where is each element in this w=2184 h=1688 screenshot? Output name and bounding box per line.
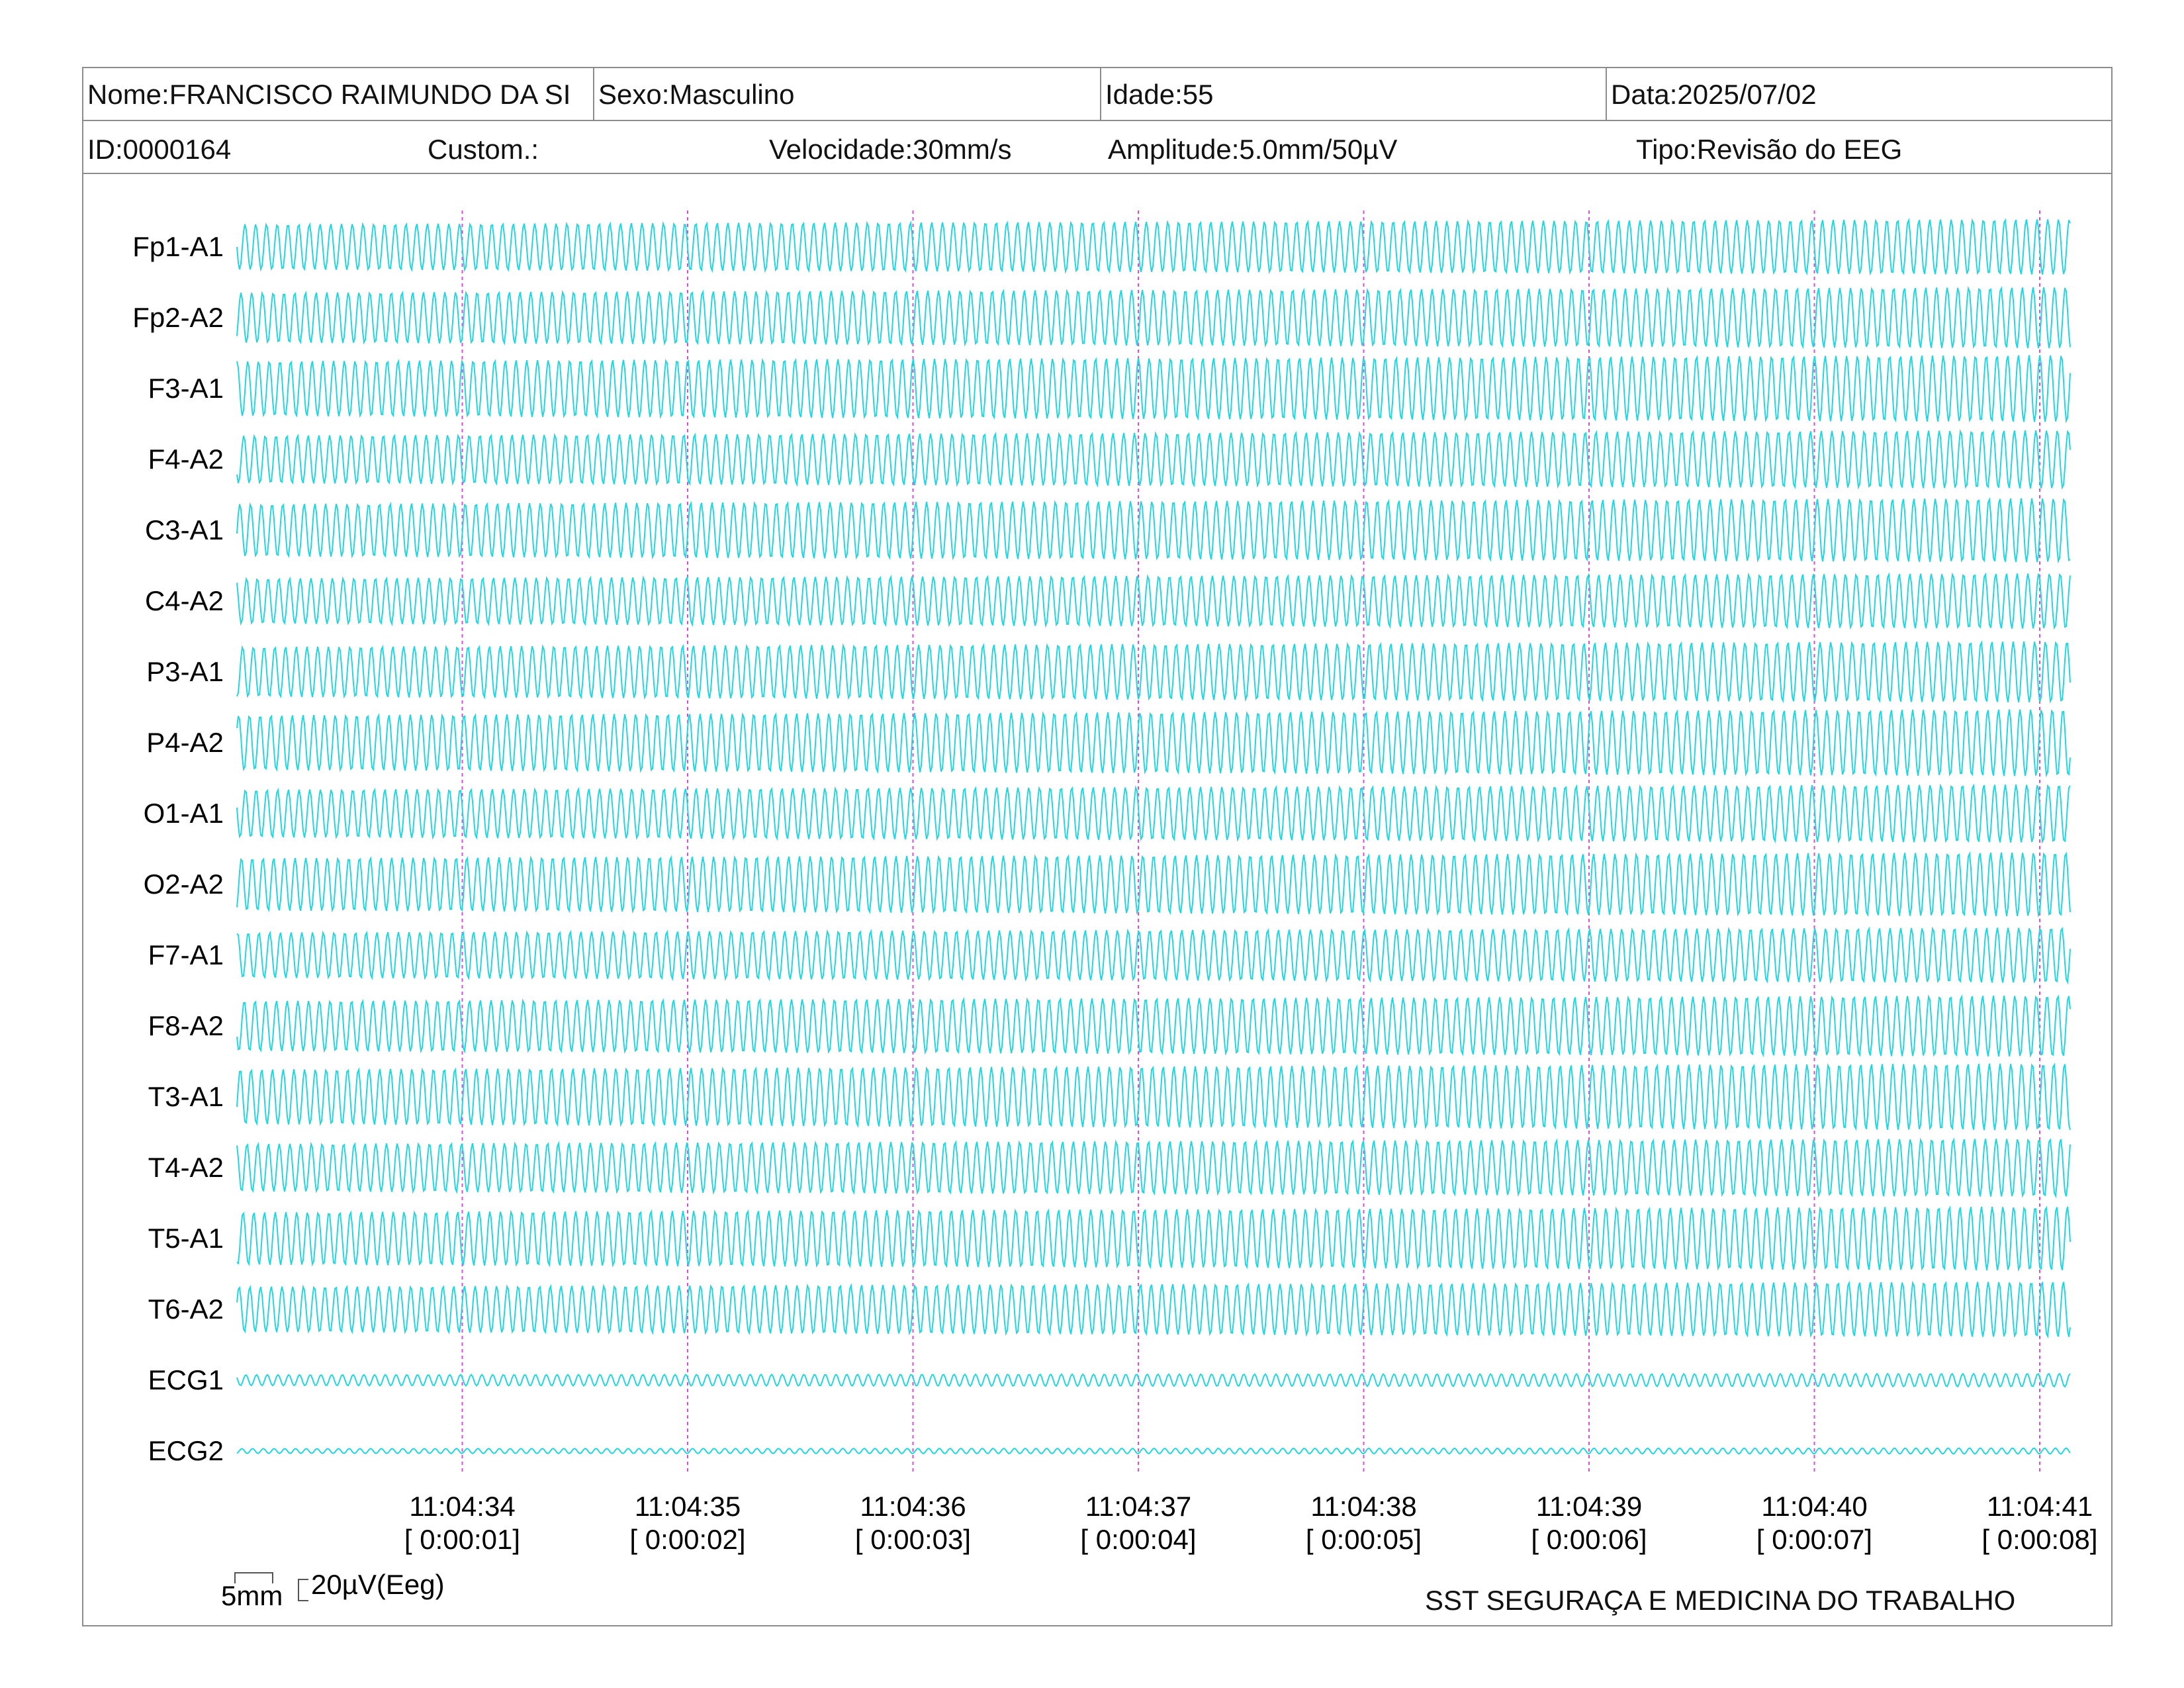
channel-label: F3-A1	[148, 373, 224, 404]
time-tick-label: 11:04:41	[1987, 1491, 2093, 1522]
elapsed-tick-label: [ 0:00:05]	[1306, 1524, 1422, 1555]
channel-label: Fp2-A2	[132, 302, 224, 333]
trace-ecg1	[236, 1372, 2071, 1388]
elapsed-tick-label: [ 0:00:04]	[1080, 1524, 1196, 1555]
trace-t6-a2	[236, 1280, 2071, 1339]
time-tick-label: 11:04:37	[1085, 1491, 1191, 1522]
time-label-group: 11:04:34[ 0:00:01] 11:04:35[ 0:00:02] 11:0…	[404, 1491, 2098, 1555]
time-tick-label: 11:04:35	[635, 1491, 741, 1522]
channel-label: T3-A1	[148, 1081, 224, 1112]
channel-label: C4-A2	[145, 585, 224, 616]
time-tick-label: 11:04:34	[409, 1491, 515, 1522]
elapsed-tick-label: [ 0:00:06]	[1531, 1524, 1647, 1555]
eeg-chart: Fp1-A1 Fp2-A2 F3-A1 F4-A2 C3-A1 C4-A2 P3-A1 P4-…	[132, 211, 2098, 1611]
trace-fp2-a2	[236, 285, 2071, 350]
time-tick-label: 11:04:36	[860, 1491, 966, 1522]
trace-p3-a1	[236, 640, 2071, 704]
time-marker-group	[461, 211, 2040, 1473]
trace-o1-a1	[236, 783, 2071, 844]
trace-fp1-a1	[236, 218, 2071, 276]
trace-t4-a2	[236, 1137, 2071, 1199]
channel-label: ECG2	[148, 1435, 224, 1466]
channel-label: O2-A2	[144, 868, 224, 900]
channel-label: F8-A2	[148, 1010, 224, 1041]
scale-bar: 5mm 20µV(Eeg)	[221, 1569, 445, 1611]
elapsed-tick-label: [ 0:00:01]	[404, 1524, 520, 1555]
trace-c4-a2	[236, 572, 2071, 630]
elapsed-tick-label: [ 0:00:07]	[1756, 1524, 1872, 1555]
channel-label: P3-A1	[146, 656, 224, 687]
trace-f7-a1	[236, 926, 2071, 985]
scale-bar-amp-mark	[298, 1579, 308, 1601]
channel-label-group: Fp1-A1 Fp2-A2 F3-A1 F4-A2 C3-A1 C4-A2 P3-A1 P4-…	[132, 231, 224, 1466]
elapsed-tick-label: [ 0:00:03]	[855, 1524, 971, 1555]
trace-o2-a2	[236, 851, 2071, 918]
organization-name: SST SEGURAÇA E MEDICINA DO TRABALHO	[1425, 1585, 2016, 1616]
trace-f8-a2	[236, 994, 2071, 1058]
channel-label: T4-A2	[148, 1152, 224, 1183]
channel-label: F7-A1	[148, 939, 224, 970]
trace-group	[236, 218, 2071, 1455]
channel-label: Fp1-A1	[132, 231, 224, 262]
channel-label: T6-A2	[148, 1293, 224, 1325]
channel-label: C3-A1	[145, 514, 224, 545]
time-tick-label: 11:04:40	[1761, 1491, 1867, 1522]
elapsed-tick-label: [ 0:00:08]	[1981, 1524, 2097, 1555]
time-tick-label: 11:04:39	[1536, 1491, 1642, 1522]
channel-label: ECG1	[148, 1364, 224, 1395]
trace-p4-a2	[236, 709, 2071, 778]
trace-t5-a1	[236, 1205, 2071, 1272]
channel-label: O1-A1	[144, 798, 224, 829]
trace-f3-a1	[236, 354, 2071, 424]
trace-f4-a2	[236, 429, 2071, 490]
channel-label: P4-A2	[146, 727, 224, 758]
channel-label: F4-A2	[148, 444, 224, 475]
trace-c3-a1	[236, 496, 2071, 564]
trace-ecg2	[236, 1447, 2071, 1455]
time-tick-label: 11:04:38	[1310, 1491, 1416, 1522]
scale-bar-time-label: 5mm	[221, 1580, 283, 1611]
channel-label: T5-A1	[148, 1223, 224, 1254]
elapsed-tick-label: [ 0:00:02]	[629, 1524, 745, 1555]
trace-t3-a1	[236, 1062, 2071, 1132]
scale-bar-amp-label: 20µV(Eeg)	[311, 1569, 445, 1600]
